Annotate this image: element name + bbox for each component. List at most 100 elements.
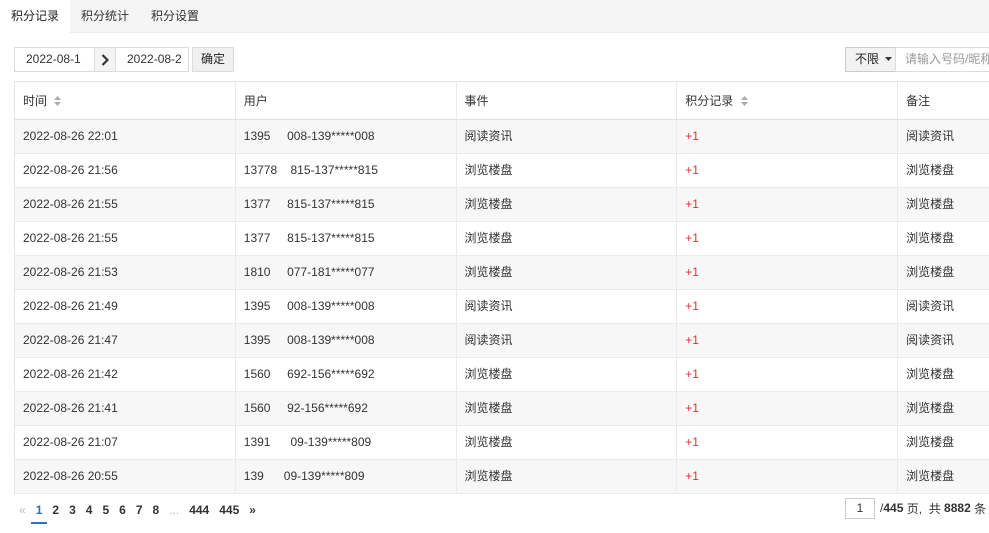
sort-icon [54,95,62,106]
cell-points: +1 [677,426,899,459]
total-items: 8882 [944,501,971,515]
cell-time: 2022-08-26 21:42 [15,358,236,391]
page-8[interactable]: 8 [148,498,165,524]
table-row: 2022-08-26 21:47 1395 008-139*****008 阅读资讯… [15,324,989,358]
page-445[interactable]: 445 [214,498,244,524]
confirm-button[interactable]: 确定 [192,47,234,72]
cell-time: 2022-08-26 21:47 [15,324,236,357]
cell-note: 浏览楼盘 [906,435,955,449]
sort-icon [740,95,748,106]
chevron-right-icon [101,53,109,66]
cell-user: 1810 077-181*****077 [236,256,457,289]
page-1[interactable]: 1 [30,498,48,524]
cell-time: 2022-08-26 21:55 [15,188,236,221]
cell-note: 浏览楼盘 [906,197,955,211]
table-row: 2022-08-26 20:55 139 09-139*****809 浏览楼盘 +1… [15,460,989,494]
cell-note: 浏览楼盘 [906,163,955,177]
filter-toolbar: 2022-08-1 2022-08-2 确定 不限 请输入号码/昵称 [14,47,989,73]
page-info: 1 / 445 页, 共 8882 条 [845,497,986,519]
table-body: 2022-08-26 22:01 1395 008-139*****008 阅读资讯… [15,120,989,494]
cell-note: 阅读资讯 [906,299,955,313]
points-record-table: 时间 用户 事件 积分记录 备注 2022-08-26 22:01 1395 00… [14,81,989,494]
table-row: 2022-08-26 21:07 1391 09-139*****809 浏览楼盘 +… [15,426,989,460]
table-row: 2022-08-26 21:56 13778 815-137*****815 浏览楼… [15,154,989,188]
cell-event: 浏览楼盘 [457,358,678,391]
cell-user: 13778 815-137*****815 [236,154,457,187]
tab-points-settings[interactable]: 积分设置 [140,0,210,33]
cell-note: 浏览楼盘 [906,401,955,415]
date-to-input[interactable]: 2022-08-2 [115,47,189,72]
page-3[interactable]: 3 [64,498,81,524]
prev-page-button[interactable]: « [14,498,31,524]
col-header-note: 备注 [906,94,931,108]
page-5[interactable]: 5 [97,498,114,524]
next-page-button[interactable]: » [244,498,261,524]
tab-points-stats[interactable]: 积分统计 [70,0,140,33]
filter-dropdown[interactable]: 不限 [845,47,896,72]
cell-time: 2022-08-26 21:55 [15,222,236,255]
cell-event: 浏览楼盘 [457,222,678,255]
col-header-time[interactable]: 时间 [15,82,236,119]
cell-event: 浏览楼盘 [457,256,678,289]
page-4[interactable]: 4 [81,498,98,524]
cell-event: 浏览楼盘 [457,460,678,493]
cell-event: 浏览楼盘 [457,426,678,459]
cell-time: 2022-08-26 21:53 [15,256,236,289]
cell-points: +1 [677,154,899,187]
table-row: 2022-08-26 21:41 1560 92-156*****692 浏览楼盘 +… [15,392,989,426]
search-input[interactable]: 请输入号码/昵称 [895,47,989,72]
cell-user: 1560 692-156*****692 [236,358,457,391]
cell-time: 2022-08-26 20:55 [15,460,236,493]
cell-time: 2022-08-26 21:49 [15,290,236,323]
cell-points: +1 [677,392,899,425]
filter-dropdown-value: 不限 [855,52,880,66]
cell-note: 浏览楼盘 [906,469,955,483]
cell-time: 2022-08-26 22:01 [15,120,236,153]
cell-event: 浏览楼盘 [457,188,678,221]
caret-down-icon [885,57,893,62]
cell-event: 阅读资讯 [457,324,678,357]
cell-user: 1560 92-156*****692 [236,392,457,425]
cell-points: +1 [677,188,899,221]
cell-points: +1 [677,324,899,357]
date-from-input[interactable]: 2022-08-1 [14,47,95,72]
page-jump-input[interactable]: 1 [845,497,875,519]
page-info-middle: 页, 共 [903,501,945,516]
page-ellipsis: ... [169,503,180,517]
table-row: 2022-08-26 21:49 1395 008-139*****008 阅读资讯… [15,290,989,324]
cell-user: 139 09-139*****809 [236,460,457,493]
tab-points-record[interactable]: 积分记录 [0,0,71,33]
page-6[interactable]: 6 [114,498,131,524]
cell-points: +1 [677,460,899,493]
date-range-arrow[interactable] [94,47,116,72]
cell-time: 2022-08-26 21:56 [15,154,236,187]
cell-user: 1395 008-139*****008 [236,290,457,323]
col-header-points[interactable]: 积分记录 [677,82,899,119]
table-row: 2022-08-26 21:55 1377 815-137*****815 浏览楼盘… [15,188,989,222]
cell-user: 1395 008-139*****008 [236,324,457,357]
page-2[interactable]: 2 [47,498,64,524]
page-7[interactable]: 7 [131,498,148,524]
page-444[interactable]: 444 [184,498,214,524]
col-header-user: 用户 [236,82,457,119]
table-row: 2022-08-26 21:55 1377 815-137*****815 浏览楼盘… [15,222,989,256]
cell-note: 浏览楼盘 [906,265,955,279]
cell-points: +1 [677,120,899,153]
cell-points: +1 [677,256,899,289]
table-row: 2022-08-26 21:42 1560 692-156*****692 浏览楼盘… [15,358,989,392]
cell-user: 1395 008-139*****008 [236,120,457,153]
table-header-row: 时间 用户 事件 积分记录 备注 [15,82,989,120]
cell-event: 浏览楼盘 [457,392,678,425]
cell-user: 1377 815-137*****815 [236,188,457,221]
cell-note: 阅读资讯 [906,333,955,347]
cell-points: +1 [677,222,899,255]
page-info-suffix: 条 [970,501,987,516]
col-header-event: 事件 [457,82,678,119]
cell-user: 1391 09-139*****809 [236,426,457,459]
pagination: « 1 2 3 4 5 6 7 8 ... 444 445 » [14,498,261,524]
cell-event: 阅读资讯 [457,120,678,153]
cell-time: 2022-08-26 21:41 [15,392,236,425]
table-row: 2022-08-26 22:01 1395 008-139*****008 阅读资讯… [15,120,989,154]
cell-user: 1377 815-137*****815 [236,222,457,255]
cell-note: 阅读资讯 [906,129,955,143]
